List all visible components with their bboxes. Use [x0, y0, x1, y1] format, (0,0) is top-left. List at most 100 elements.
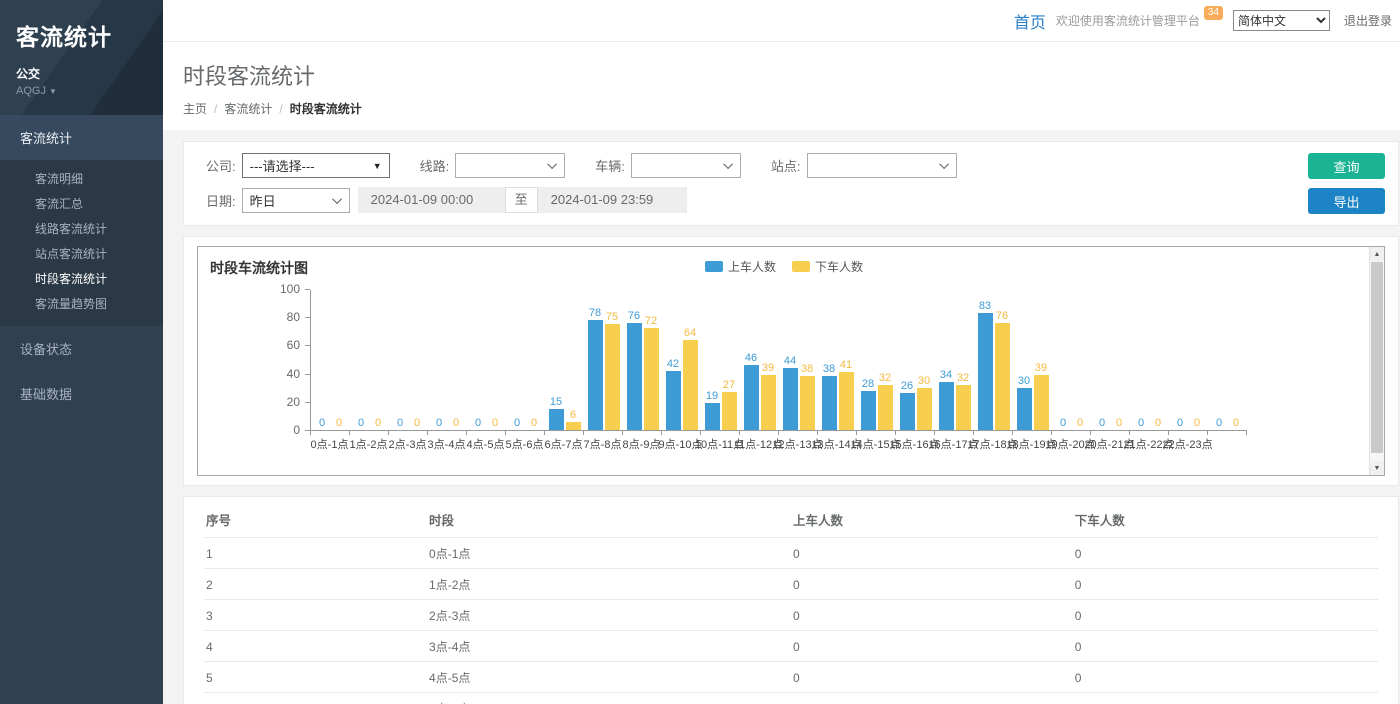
bar-column: 76: [627, 310, 642, 430]
station-select[interactable]: [807, 153, 957, 178]
bar-group: 2630: [896, 290, 935, 430]
query-button[interactable]: 查询: [1308, 153, 1385, 179]
caret-down-icon: ▼: [49, 87, 57, 96]
bar: [1034, 375, 1049, 430]
bar: [800, 376, 815, 430]
bar-group: 00: [311, 290, 350, 430]
company-select[interactable]: ---请选择--- ▼: [242, 153, 390, 178]
language-select[interactable]: 简体中文: [1233, 10, 1330, 31]
legend-label: 下车人数: [815, 258, 863, 275]
chart-header: 时段车流统计图 上车人数下车人数: [210, 256, 1358, 277]
breadcrumb-item[interactable]: 主页: [183, 102, 207, 116]
sidebar-subitem[interactable]: 时段客流统计: [0, 267, 163, 292]
y-axis-tick-label: 60: [287, 339, 300, 352]
bar-value-label: 19: [706, 390, 718, 403]
vehicle-label: 车辆:: [595, 156, 625, 175]
page-heading: 时段客流统计 主页/客流统计/时段客流统计: [163, 42, 1400, 130]
sidebar-subitem[interactable]: 客流汇总: [0, 192, 163, 217]
bar-value-label: 6: [570, 409, 576, 422]
table-panel: 序号时段上车人数下车人数 10点-1点0021点-2点0032点-3点0043点…: [183, 496, 1399, 704]
bar-column: 30: [917, 375, 932, 430]
bar: [939, 382, 954, 430]
x-axis-label: 1点-2点: [349, 436, 388, 452]
scroll-up-icon[interactable]: ▲: [1370, 247, 1384, 261]
bar-value-label: 28: [862, 378, 874, 391]
y-axis-tick: [305, 430, 310, 431]
bar-column: 30: [1017, 375, 1032, 430]
bar: [861, 391, 876, 430]
bar-value-label: 39: [762, 362, 774, 375]
line-label: 线路:: [420, 156, 450, 175]
bar-column: 78: [588, 307, 603, 430]
legend-item[interactable]: 上车人数: [705, 258, 776, 275]
bar-column: 0: [1173, 417, 1188, 430]
bar: [900, 393, 915, 430]
table-cell: 0: [791, 693, 1073, 704]
logout-link[interactable]: 退出登录: [1344, 12, 1392, 29]
export-button[interactable]: 导出: [1308, 188, 1385, 214]
table-cell: 0: [791, 631, 1073, 662]
sidebar-item-passenger-stats[interactable]: 客流统计: [0, 115, 163, 160]
bar-group: 7875: [584, 290, 623, 430]
date-preset-value: 昨日: [250, 191, 276, 210]
sidebar-brand-area: 客流统计 公交 AQGJ▼: [0, 0, 163, 115]
bar-value-label: 0: [531, 417, 537, 430]
bar-value-label: 0: [1060, 417, 1066, 430]
sidebar-subitem[interactable]: 客流明细: [0, 167, 163, 192]
company-label: 公司:: [206, 156, 236, 175]
main-area: 首页 欢迎使用客流统计管理平台 34 简体中文 退出登录 时段客流统计 主页/客…: [163, 0, 1400, 704]
breadcrumb-separator: /: [279, 102, 282, 116]
table-header-row: 序号时段上车人数下车人数: [204, 501, 1378, 538]
x-axis-label: 22点-23点: [1168, 436, 1207, 452]
table-cell: 0: [791, 538, 1073, 569]
sidebar-item-base-data[interactable]: 基础数据: [0, 371, 163, 416]
home-link[interactable]: 首页: [1014, 9, 1046, 33]
sidebar-subitem[interactable]: 站点客流统计: [0, 242, 163, 267]
station-label: 站点:: [771, 156, 801, 175]
breadcrumb: 主页/客流统计/时段客流统计: [183, 100, 1380, 117]
bar: [549, 409, 564, 430]
bar-value-label: 15: [550, 396, 562, 409]
user-name: AQGJ: [16, 85, 46, 97]
bar-value-label: 0: [1177, 417, 1183, 430]
x-axis-label: 2点-3点: [388, 436, 427, 452]
line-select[interactable]: [455, 153, 565, 178]
table-header-cell: 序号: [204, 501, 427, 538]
user-dropdown[interactable]: AQGJ▼: [16, 85, 147, 97]
table-cell: 4点-5点: [427, 662, 791, 693]
x-axis-label: 6点-7点: [544, 436, 583, 452]
chart-vertical-scrollbar[interactable]: ▲ ▼: [1369, 247, 1384, 475]
bar-column: 39: [761, 362, 776, 430]
vehicle-select[interactable]: [631, 153, 741, 178]
bar-value-label: 34: [940, 369, 952, 382]
bar-column: 0: [432, 417, 447, 430]
table-cell: 1点-2点: [427, 569, 791, 600]
date-start-input[interactable]: 2024-01-09 00:00: [358, 187, 505, 213]
legend-swatch-icon: [792, 261, 810, 272]
bar-column: 39: [1034, 362, 1049, 430]
bar-group: 15 6: [545, 290, 584, 430]
bar: [917, 388, 932, 430]
sidebar-item-device-status[interactable]: 设备状态: [0, 326, 163, 371]
scrollbar-thumb[interactable]: [1371, 262, 1383, 453]
table-row: 10点-1点00: [204, 538, 1378, 569]
bar-column: 41: [839, 359, 854, 430]
table-cell: 0: [1073, 569, 1378, 600]
date-end-input[interactable]: 2024-01-09 23:59: [538, 187, 687, 213]
scroll-down-icon[interactable]: ▼: [1370, 461, 1384, 475]
breadcrumb-item[interactable]: 客流统计: [224, 102, 272, 116]
bar: [995, 323, 1010, 430]
bar-column: 0: [354, 417, 369, 430]
table-header-cell: 上车人数: [791, 501, 1073, 538]
date-preset-select[interactable]: 昨日: [242, 188, 350, 213]
table-cell: 2: [204, 569, 427, 600]
table-row: 43点-4点00: [204, 631, 1378, 662]
bar-group: 3432: [935, 290, 974, 430]
table-row: 65点-6点00: [204, 693, 1378, 704]
bar-column: 0: [410, 417, 425, 430]
dropdown-arrow-icon: ▼: [373, 161, 382, 171]
sidebar-subitem[interactable]: 客流量趋势图: [0, 292, 163, 317]
sidebar-subitem[interactable]: 线路客流统计: [0, 217, 163, 242]
legend-item[interactable]: 下车人数: [792, 258, 863, 275]
x-axis-label: 3点-4点: [427, 436, 466, 452]
